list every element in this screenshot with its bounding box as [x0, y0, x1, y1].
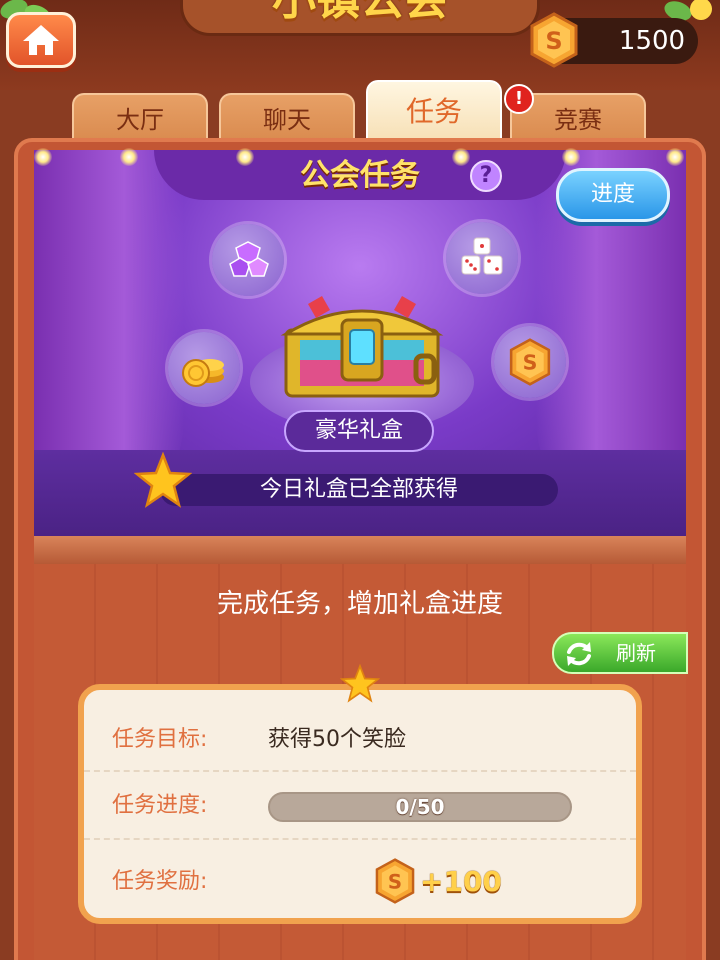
tab-lobby[interactable]: 大厅 [72, 93, 208, 143]
refresh-icon [567, 642, 591, 666]
task-subtitle: 完成任务，增加礼盒进度 [216, 589, 503, 619]
contest-alert-badge: ! [504, 84, 534, 114]
string-light [562, 148, 580, 166]
home-button[interactable] [6, 12, 76, 68]
task-goal-value: 获得50个笑脸 [268, 727, 406, 752]
task-reward-value: +100 [420, 865, 502, 898]
gold-coins-reward-bubble [168, 332, 240, 404]
gold-coins-icon [182, 359, 224, 387]
task-goal-label: 任务目标: [112, 727, 208, 752]
stage-ledge [34, 536, 686, 564]
coin-reward-bubble: S [494, 326, 566, 398]
help-button[interactable]: ? [470, 160, 502, 192]
refresh-label: 刷新 [616, 641, 656, 665]
gem-icon [229, 241, 269, 277]
star-icon [134, 452, 192, 508]
refresh-button[interactable]: 刷新 [552, 632, 688, 674]
star-icon [340, 664, 380, 703]
string-light [236, 148, 254, 166]
gift-box-label: 豪华礼盒 [284, 410, 434, 452]
string-light [120, 148, 138, 166]
treasure-chest-icon[interactable] [280, 290, 444, 402]
tab-tasks[interactable]: 任务 [366, 80, 502, 140]
tab-chat[interactable]: 聊天 [219, 93, 355, 143]
page-title: 小镇公会 [200, 0, 520, 28]
svg-text:S: S [523, 351, 538, 375]
task-reward-label: 任务奖励: [112, 869, 208, 894]
coin-icon: S [509, 338, 551, 386]
coin-icon: S [375, 858, 415, 904]
coin-icon: S [530, 12, 578, 68]
string-light [666, 148, 684, 166]
task-progress-bar: 0/50 [268, 792, 572, 822]
daily-gift-status: 今日礼盒已全部获得 [160, 474, 558, 506]
svg-text:S: S [388, 870, 402, 893]
task-progress-text: 0/50 [395, 795, 445, 819]
gem-reward-bubble [212, 224, 284, 296]
string-light [34, 148, 52, 166]
dice-icon [461, 237, 503, 275]
dice-reward-bubble [446, 222, 518, 294]
svg-text:S: S [545, 27, 562, 55]
guild-task-title: 公会任务 [300, 158, 420, 193]
coin-balance: 1500 [618, 26, 686, 56]
home-icon [23, 25, 59, 55]
progress-button[interactable]: 进度 [556, 168, 670, 222]
task-progress-label: 任务进度: [112, 793, 208, 818]
